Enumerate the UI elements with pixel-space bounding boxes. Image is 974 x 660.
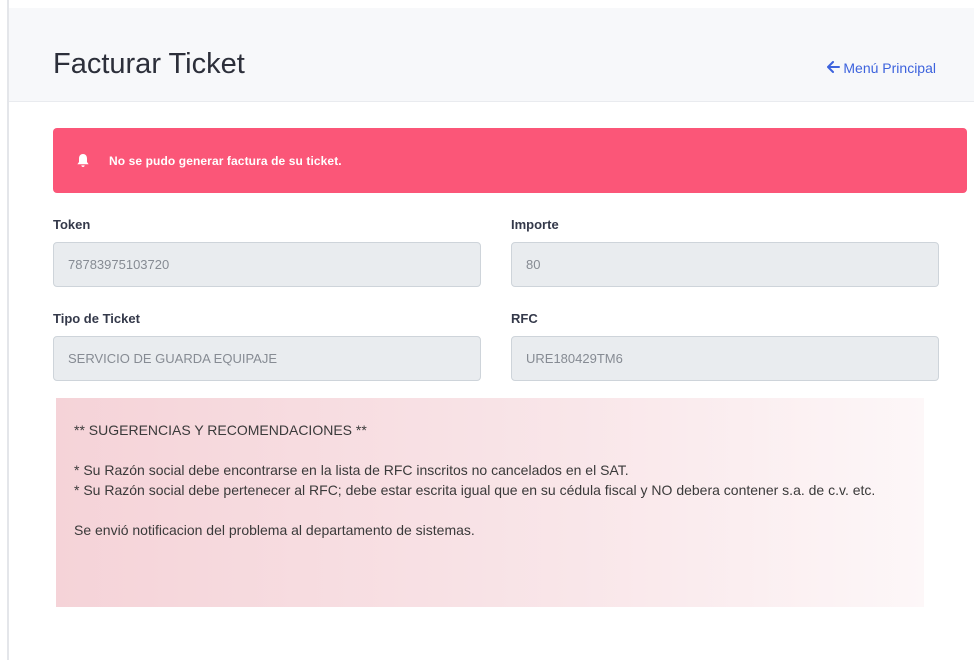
notice-line-1: * Su Razón social debe encontrarse en la… [74, 462, 629, 478]
notice-line-2: * Su Razón social debe pertenecer al RFC… [74, 482, 876, 498]
page-title: Facturar Ticket [53, 48, 245, 80]
back-to-main-menu-link[interactable]: Menú Principal [827, 60, 936, 76]
rfc-label: RFC [511, 311, 538, 326]
tipo-ticket-field[interactable] [53, 336, 481, 381]
error-alert: No se pudo generar factura de su ticket. [53, 128, 967, 193]
arrow-left-icon [827, 61, 841, 75]
bell-icon [75, 153, 91, 169]
token-label: Token [53, 217, 91, 232]
alert-message: No se pudo generar factura de su ticket. [109, 153, 342, 168]
back-link-label: Menú Principal [843, 60, 936, 76]
notice-heading: ** SUGERENCIAS Y RECOMENDACIONES ** [74, 422, 367, 438]
importe-field[interactable] [511, 242, 939, 287]
suggestions-notice: ** SUGERENCIAS Y RECOMENDACIONES ** * Su… [56, 398, 924, 607]
importe-label: Importe [511, 217, 559, 232]
tipo-ticket-label: Tipo de Ticket [53, 311, 140, 326]
token-field[interactable] [53, 242, 481, 287]
notice-footer: Se envió notificacion del problema al de… [74, 522, 475, 538]
page-header: Facturar Ticket Menú Principal [9, 8, 974, 102]
rfc-field[interactable] [511, 336, 939, 381]
